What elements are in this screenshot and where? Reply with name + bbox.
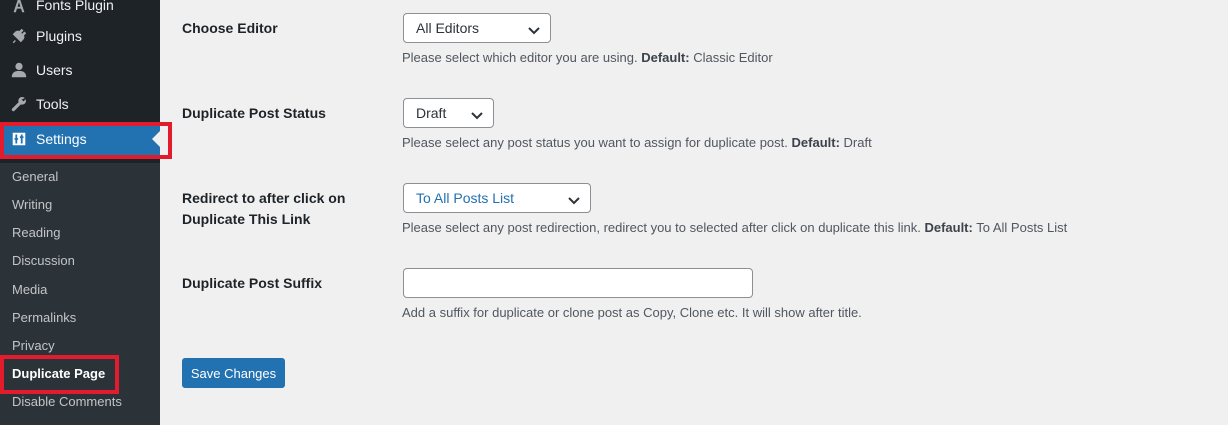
duplicate-post-status-select[interactable]: Draft bbox=[403, 98, 494, 128]
choose-editor-select[interactable]: All Editors bbox=[403, 13, 551, 43]
plugin-icon bbox=[0, 27, 36, 45]
redirect-select[interactable]: To All Posts List bbox=[403, 183, 591, 213]
duplicate-post-suffix-label: Duplicate Post Suffix bbox=[182, 275, 323, 291]
choose-editor-value: All Editors bbox=[416, 20, 480, 36]
save-changes-button[interactable]: Save Changes bbox=[182, 358, 285, 388]
submenu-item-duplicate-page[interactable]: Duplicate Page bbox=[12, 365, 105, 383]
menu-item-plugins[interactable]: Plugins bbox=[0, 19, 160, 53]
menu-item-label: Tools bbox=[36, 96, 69, 112]
duplicate-post-status-label: Duplicate Post Status bbox=[182, 105, 326, 121]
choose-editor-label: Choose Editor bbox=[182, 20, 278, 36]
menu-item-label: Plugins bbox=[36, 28, 82, 44]
chevron-down-icon bbox=[568, 193, 580, 205]
menu-item-settings[interactable]: Settings bbox=[0, 122, 160, 156]
duplicate-post-status-value: Draft bbox=[416, 105, 447, 121]
redirect-label: Redirect to after click on Duplicate Thi… bbox=[182, 190, 346, 227]
submenu-item-privacy[interactable]: Privacy bbox=[12, 337, 55, 355]
settings-icon bbox=[0, 130, 36, 148]
user-icon bbox=[0, 61, 36, 79]
menu-item-label: Settings bbox=[36, 131, 87, 147]
redirect-description: Please select any post redirection, redi… bbox=[402, 220, 1068, 235]
submenu-item-disable-comments[interactable]: Disable Comments bbox=[12, 393, 122, 411]
submenu-item-media[interactable]: Media bbox=[12, 281, 47, 299]
submenu-item-reading[interactable]: Reading bbox=[12, 224, 60, 242]
submenu-item-general[interactable]: General bbox=[12, 168, 58, 186]
duplicate-post-suffix-input[interactable] bbox=[403, 268, 753, 298]
menu-item-tools[interactable]: Tools bbox=[0, 87, 160, 121]
menu-item-label: Fonts Plugin bbox=[36, 0, 114, 13]
menu-item-label: Users bbox=[36, 62, 73, 78]
chevron-down-icon bbox=[528, 23, 540, 35]
submenu-item-discussion[interactable]: Discussion bbox=[12, 252, 75, 270]
redirect-value: To All Posts List bbox=[416, 190, 515, 206]
menu-item-users[interactable]: Users bbox=[0, 53, 160, 87]
admin-sidebar: Fonts Plugin Plugins Users Tools Setting… bbox=[0, 0, 160, 425]
wrench-icon bbox=[0, 95, 36, 113]
fonts-icon bbox=[0, 0, 36, 14]
settings-submenu: General Writing Reading Discussion Media… bbox=[0, 163, 160, 425]
duplicate-post-status-description: Please select any post status you want t… bbox=[402, 135, 872, 150]
submenu-item-writing[interactable]: Writing bbox=[12, 196, 52, 214]
submenu-item-permalinks[interactable]: Permalinks bbox=[12, 309, 76, 327]
chevron-down-icon bbox=[471, 108, 483, 120]
choose-editor-description: Please select which editor you are using… bbox=[402, 50, 773, 65]
duplicate-post-suffix-description: Add a suffix for duplicate or clone post… bbox=[402, 305, 862, 320]
